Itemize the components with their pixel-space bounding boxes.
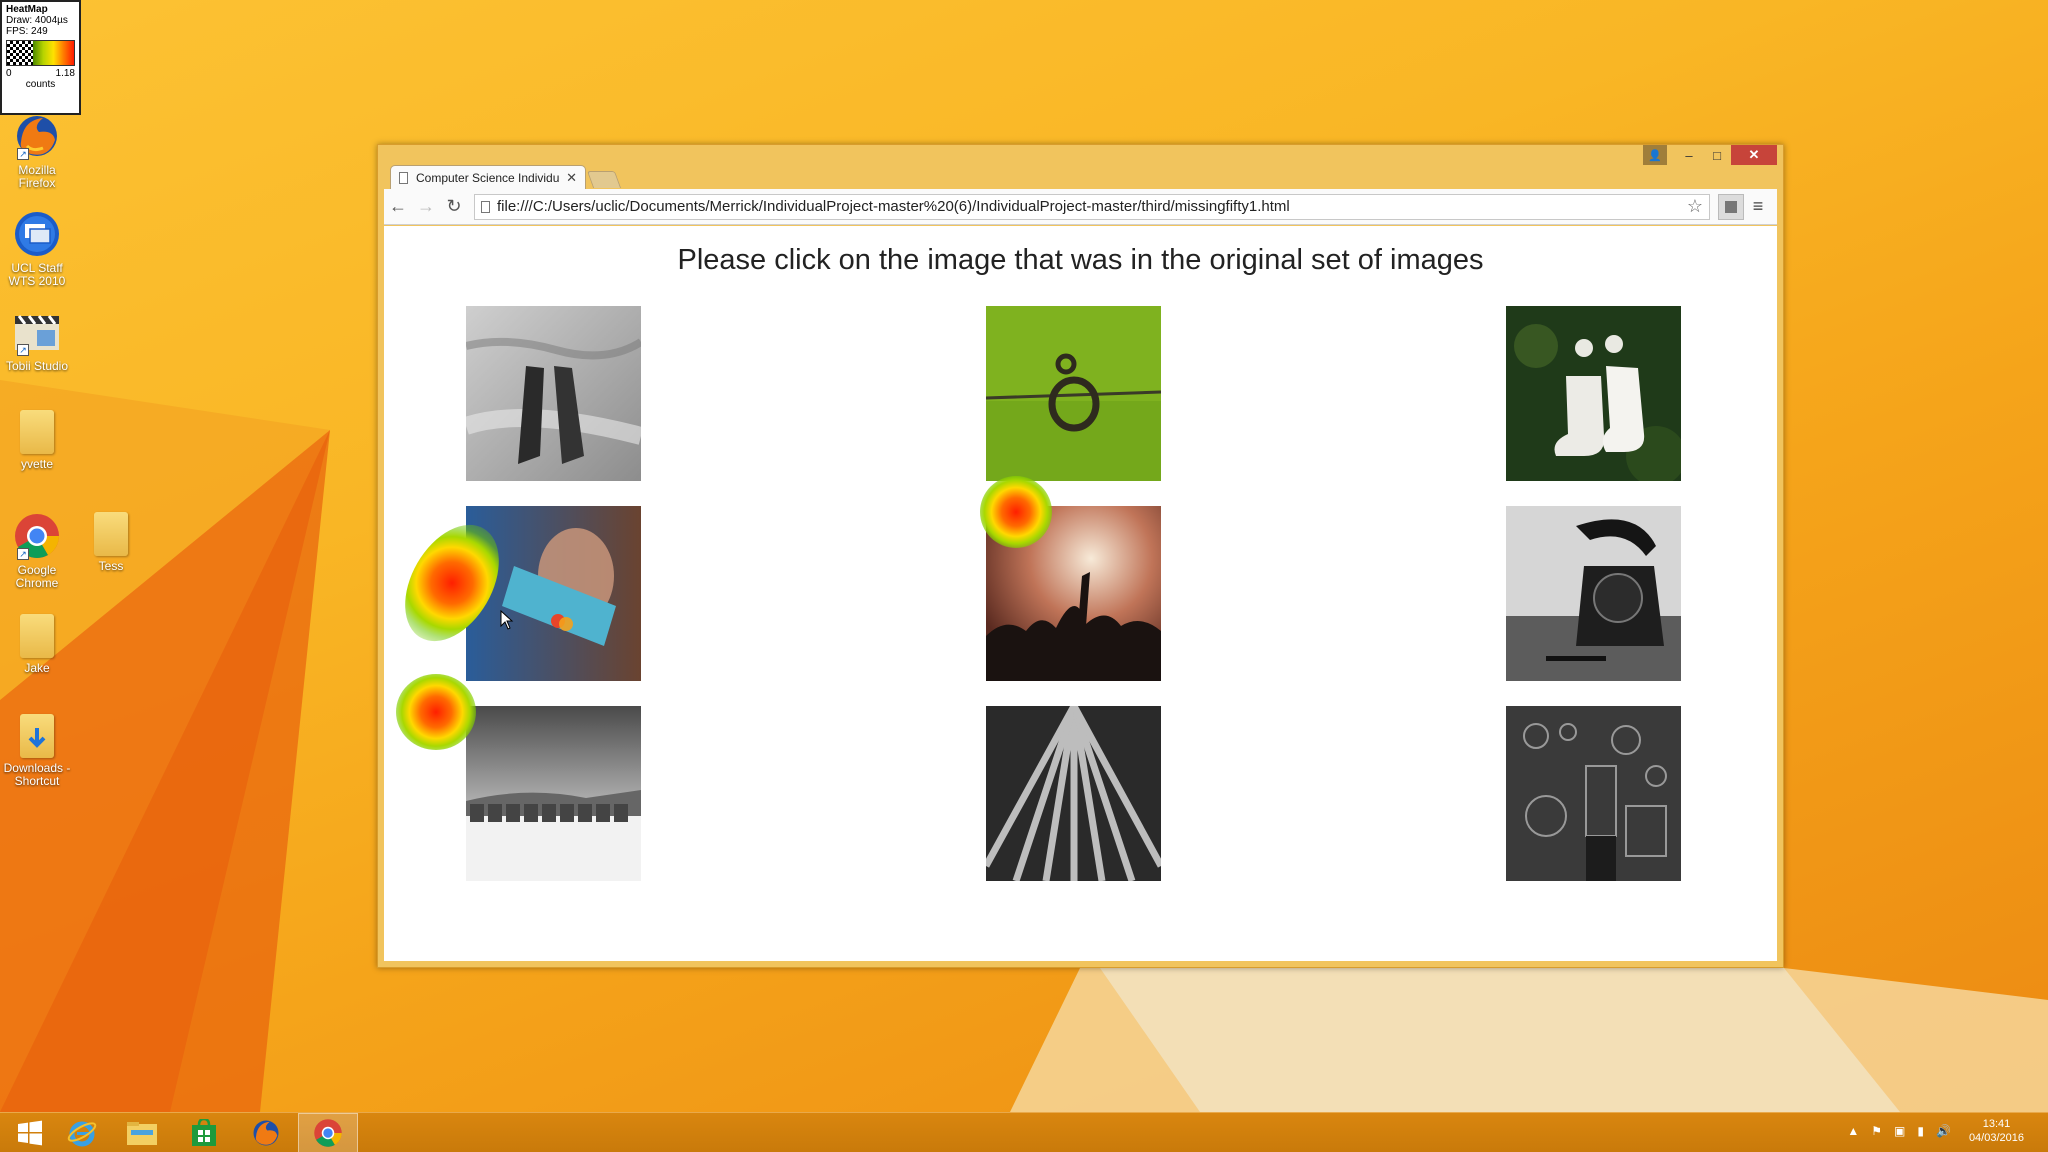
system-tray: ▲ ⚑ ▣ ▮ 🔊 13:41 04/03/2016 <box>1841 1117 2024 1145</box>
sand-dunes-legs-image <box>466 306 641 481</box>
white-socks-image <box>1506 306 1681 481</box>
close-button[interactable]: ✕ <box>1731 145 1777 165</box>
firefox-icon[interactable] <box>236 1113 296 1152</box>
new-tab-button[interactable] <box>586 171 622 188</box>
barbed-wire-image <box>986 306 1161 481</box>
page-viewport: Please click on the image that was in th… <box>384 226 1777 961</box>
windows-start-icon[interactable] <box>0 1113 60 1152</box>
gaze-heat-spot <box>980 476 1052 548</box>
browser-toolbar: ← → ↻ file:///C:/Users/uclic/Documents/M… <box>384 189 1777 225</box>
image-option-6[interactable] <box>1506 506 1681 681</box>
maximize-button[interactable]: □ <box>1703 145 1731 165</box>
tab-close-icon[interactable]: ✕ <box>566 170 577 186</box>
image-option-2[interactable] <box>986 306 1161 481</box>
desktop-icon-google-chrome[interactable]: ↗ Google Chrome <box>2 512 72 590</box>
forward-button[interactable]: → <box>412 196 440 217</box>
heatmap-draw-time: Draw: 4004µs <box>6 15 68 26</box>
profile-button[interactable]: 👤 <box>1643 145 1667 165</box>
remote-desktop-icon <box>13 210 61 258</box>
crop-field-image <box>986 706 1161 881</box>
heatmap-scale-min: 0 <box>6 68 12 79</box>
desktop-icon-label: Shortcut <box>14 774 60 788</box>
desktop-icon-tess[interactable]: Tess <box>76 512 146 573</box>
browser-tab[interactable]: Computer Science Individu ✕ <box>390 165 586 190</box>
page-heading: Please click on the image that was in th… <box>677 244 1484 276</box>
file-icon <box>481 200 490 213</box>
extension-icon <box>1725 200 1737 213</box>
file-explorer-icon[interactable] <box>112 1113 172 1152</box>
folder-icon <box>20 614 54 658</box>
beach-huts-image <box>466 706 641 881</box>
chrome-icon[interactable] <box>298 1113 358 1152</box>
desktop-icon-tobii-studio[interactable]: ↗ Tobii Studio <box>2 308 72 373</box>
credit-card-hand-image <box>466 506 641 681</box>
gaze-heat-spot <box>396 674 476 750</box>
mouse-cursor-icon <box>500 610 514 630</box>
volume-icon[interactable]: 🔊 <box>1936 1124 1951 1138</box>
address-bar[interactable]: file:///C:/Users/uclic/Documents/Merrick… <box>474 193 1710 220</box>
window-controls: 👤 – □ ✕ <box>1643 145 1777 165</box>
device-icon[interactable]: ▣ <box>1894 1124 1905 1138</box>
folder-icon <box>20 410 54 454</box>
internet-explorer-icon[interactable] <box>52 1113 112 1152</box>
heatmap-scale-transparent <box>7 41 33 65</box>
firefox-icon: ↗ <box>13 112 61 160</box>
heatmap-color-scale <box>6 40 75 66</box>
tab-title: Computer Science Individu <box>416 171 560 185</box>
browser-window: 👤 – □ ✕ Computer Science Individu ✕ ← → … <box>377 144 1784 968</box>
image-option-4[interactable] <box>466 506 641 681</box>
clock-date: 04/03/2016 <box>1968 1132 2024 1144</box>
folder-icon <box>94 512 128 556</box>
minimize-button[interactable]: – <box>1675 145 1703 165</box>
clock-time: 13:41 <box>1982 1118 2011 1130</box>
desktop-icon-label: Chrome <box>15 576 59 590</box>
clapperboard-icon: ↗ <box>13 308 61 356</box>
desktop-icon-label: Jake <box>24 661 50 675</box>
heatmap-title: HeatMap <box>6 4 48 15</box>
desktop-icon-ucl-staff[interactable]: UCL Staff WTS 2010 <box>2 210 72 288</box>
taskbar-clock[interactable]: 13:41 04/03/2016 <box>1969 1117 2024 1145</box>
desktop-icon-jake[interactable]: Jake <box>2 614 72 675</box>
heatmap-legend-widget: HeatMap Draw: 4004µs FPS: 249 0 1.18 cou… <box>0 0 81 115</box>
image-option-9[interactable] <box>1506 706 1681 881</box>
desktop-icon-label: Tobii Studio <box>5 359 69 373</box>
network-icon[interactable]: ▮ <box>1917 1124 1924 1138</box>
machinery-room-image <box>1506 706 1681 881</box>
taskbar: ▲ ⚑ ▣ ▮ 🔊 13:41 04/03/2016 <box>0 1112 2048 1152</box>
desktop-icon-label: Tess <box>98 559 124 573</box>
image-option-8[interactable] <box>986 706 1161 881</box>
bookmark-star-icon[interactable]: ☆ <box>1687 196 1703 217</box>
reload-button[interactable]: ↻ <box>440 196 468 217</box>
desktop-icon-label: WTS 2010 <box>8 274 66 288</box>
desktop-icon-label: Firefox <box>18 176 56 190</box>
store-icon[interactable] <box>174 1113 234 1152</box>
rotary-telephone-image <box>1506 506 1681 681</box>
page-icon <box>399 172 408 184</box>
address-url[interactable]: file:///C:/Users/uclic/Documents/Merrick… <box>497 198 1687 215</box>
image-option-7[interactable] <box>466 706 641 881</box>
downloads-folder-icon <box>20 714 54 758</box>
chrome-menu-button[interactable]: ≡ <box>1744 196 1772 217</box>
image-option-3[interactable] <box>1506 306 1681 481</box>
extension-button[interactable] <box>1718 193 1744 220</box>
desktop-icon-firefox[interactable]: ↗ Mozilla Firefox <box>2 112 72 190</box>
desktop-icon-downloads-shortcut[interactable]: Downloads - Shortcut <box>2 714 72 788</box>
action-center-flag-icon[interactable]: ⚑ <box>1871 1124 1882 1138</box>
heatmap-scale-gradient <box>33 41 74 65</box>
desktop-icon-label: yvette <box>20 457 53 471</box>
chrome-icon: ↗ <box>13 512 61 560</box>
heatmap-scale-unit: counts <box>25 79 56 90</box>
show-hidden-icons-icon[interactable]: ▲ <box>1847 1124 1859 1138</box>
back-button[interactable]: ← <box>384 196 412 217</box>
heatmap-fps: FPS: 249 <box>6 26 48 37</box>
desktop-icon-yvette[interactable]: yvette <box>2 410 72 471</box>
heatmap-scale-max: 1.18 <box>55 68 75 79</box>
image-option-1[interactable] <box>466 306 641 481</box>
